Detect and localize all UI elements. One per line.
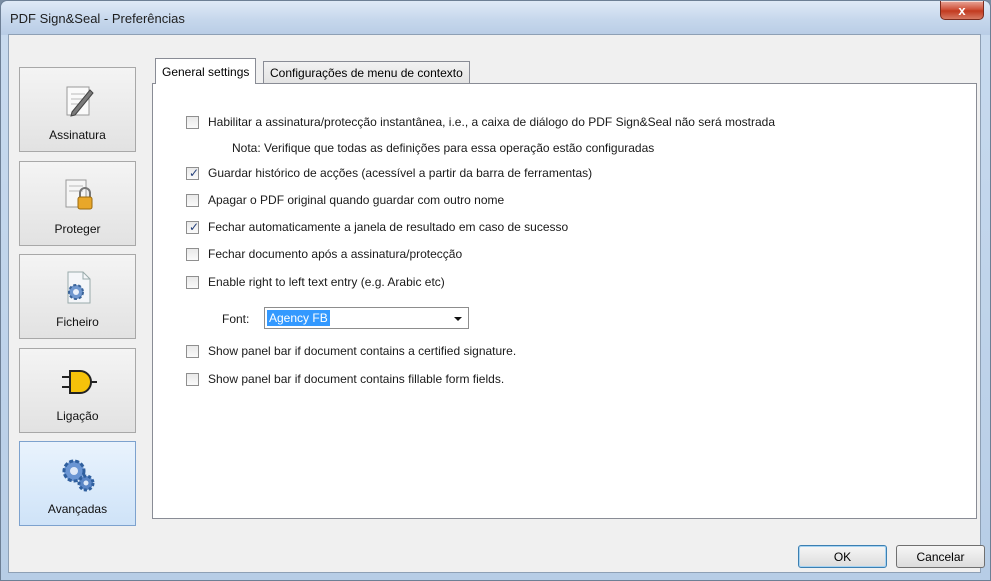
title-bar[interactable]: PDF Sign&Seal - Preferências x (1, 1, 990, 35)
sidebar-item-avancadas[interactable]: Avançadas (19, 441, 136, 526)
sidebar-item-label: Proteger (54, 222, 101, 236)
option-label: Habilitar a assinatura/protecção instant… (208, 115, 775, 129)
window-title: PDF Sign&Seal - Preferências (10, 11, 185, 26)
cancel-button-label: Cancelar (916, 549, 965, 564)
gears-icon (62, 459, 94, 492)
option-label: Fechar automaticamente a janela de resul… (208, 220, 569, 234)
option-panel-form-fields[interactable]: Show panel bar if document contains fill… (186, 372, 504, 386)
font-label: Font: (222, 312, 250, 326)
checkbox[interactable] (186, 344, 199, 358)
sidebar-item-label: Ligação (56, 409, 99, 423)
sidebar-item-label: Avançadas (47, 502, 108, 516)
checkmark-icon: ✓ (189, 219, 200, 234)
ok-button[interactable]: OK (798, 545, 887, 568)
sidebar-item-assinatura[interactable]: Assinatura (19, 67, 136, 152)
checkbox[interactable]: ✓ (186, 219, 200, 234)
option-delete-original[interactable]: Apagar o PDF original quando guardar com… (186, 193, 504, 207)
option-instant-sign[interactable]: Habilitar a assinatura/protecção instant… (186, 115, 775, 129)
checkbox[interactable] (186, 372, 199, 386)
sidebar-item-ficheiro[interactable]: Ficheiro (19, 254, 136, 339)
option-label: Fechar documento após a assinatura/prote… (208, 247, 463, 261)
option-save-history[interactable]: ✓ Guardar histórico de acções (acessível… (186, 166, 592, 180)
checkbox[interactable] (186, 115, 199, 129)
option-auto-close-result[interactable]: ✓ Fechar automaticamente a janela de res… (186, 220, 568, 234)
checkbox[interactable] (186, 193, 199, 207)
sidebar-item-label: Assinatura (49, 128, 106, 142)
tab-general-settings[interactable]: General settings (155, 58, 257, 84)
checkbox[interactable] (186, 247, 199, 261)
note-text: Nota: Verifique que todas as definições … (232, 141, 655, 155)
option-label: Apagar o PDF original quando guardar com… (208, 193, 505, 207)
sidebar-item-ligacao[interactable]: Ligação (19, 348, 136, 433)
tab-label: Configurações de menu de contexto (270, 65, 463, 80)
option-close-document[interactable]: Fechar documento após a assinatura/prote… (186, 247, 462, 261)
option-label: Guardar histórico de acções (acessível a… (208, 166, 593, 180)
tab-label: General settings (162, 64, 250, 79)
tab-context-menu[interactable]: Configurações de menu de contexto (263, 61, 470, 83)
checkmark-icon: ✓ (189, 165, 200, 180)
option-label: Show panel bar if document contains fill… (208, 372, 505, 386)
chevron-down-icon (454, 317, 462, 321)
sidebar-item-label: Ficheiro (56, 315, 99, 329)
checkbox[interactable]: ✓ (186, 165, 200, 180)
close-button[interactable]: x (940, 1, 984, 20)
plug-icon (61, 370, 97, 394)
cancel-button[interactable]: Cancelar (896, 545, 985, 568)
checkbox[interactable] (186, 275, 199, 289)
font-dropdown[interactable]: Agency FB (264, 307, 469, 329)
font-selected-value: Agency FB (267, 310, 330, 326)
ok-button-label: OK (833, 549, 852, 564)
pen-paper-icon (66, 86, 94, 117)
gear-document-icon (67, 271, 90, 304)
sidebar-item-proteger[interactable]: Proteger (19, 161, 136, 246)
option-panel-certified-signature[interactable]: Show panel bar if document contains a ce… (186, 344, 516, 358)
option-rtl-entry[interactable]: Enable right to left text entry (e.g. Ar… (186, 275, 445, 289)
option-label: Show panel bar if document contains a ce… (208, 344, 517, 358)
lock-document-icon (65, 179, 92, 210)
close-icon: x (958, 2, 966, 18)
option-label: Enable right to left text entry (e.g. Ar… (208, 275, 445, 289)
